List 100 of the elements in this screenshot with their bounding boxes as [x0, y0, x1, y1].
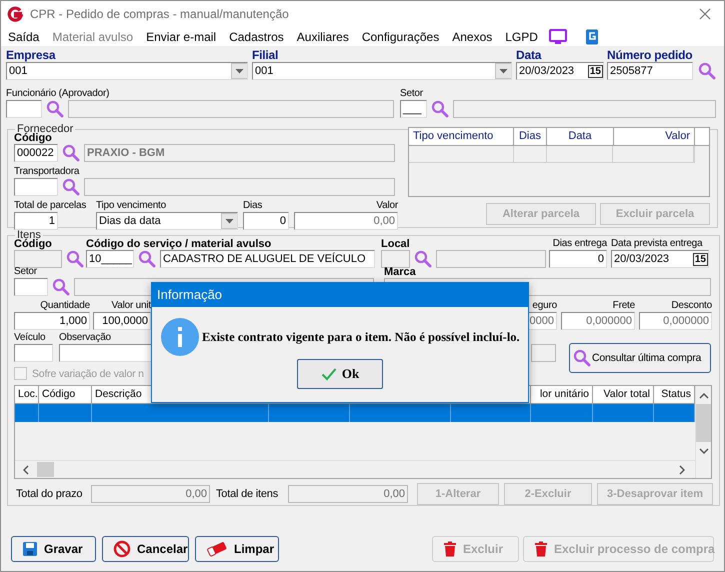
- column-header: Valor: [614, 128, 695, 145]
- field-label: Código do serviço / material avulso: [86, 238, 272, 250]
- dropdown-field[interactable]: 001: [6, 62, 248, 80]
- column-header: lor unitário: [531, 386, 593, 403]
- menu-item[interactable]: Auxiliares: [296, 28, 349, 44]
- text-field[interactable]: 0,00: [91, 485, 210, 503]
- text-field[interactable]: [6, 100, 42, 118]
- text-field[interactable]: 0: [243, 212, 289, 230]
- column-header: Valor total: [593, 386, 654, 403]
- text-field[interactable]: 0: [549, 250, 607, 268]
- check-icon: [320, 367, 337, 381]
- text-field[interactable]: [14, 278, 48, 296]
- search-icon[interactable]: [66, 250, 84, 268]
- column-header: Código: [39, 386, 92, 403]
- text-field[interactable]: 0,00: [288, 485, 408, 503]
- text-field[interactable]: 0,00: [294, 212, 398, 230]
- window-title: CPR - Pedido de compras - manual/manutenção: [30, 7, 289, 21]
- date-field[interactable]: 20/03/2023 15: [611, 250, 709, 268]
- dropdown-arrow-icon[interactable]: [231, 63, 247, 79]
- dropdown-arrow-icon[interactable]: [495, 63, 511, 79]
- text-field[interactable]: [14, 178, 58, 196]
- monitor-icon[interactable]: [548, 28, 567, 44]
- checkbox-label: Sofre variação de valor n: [32, 368, 144, 380]
- date-field[interactable]: 20/03/2023 15: [516, 62, 604, 80]
- menu-item[interactable]: Anexos: [452, 28, 492, 44]
- dialog-message: Existe contrato vigente para o item. Não é possível incluí-lo.: [202, 330, 520, 344]
- search-icon[interactable]: [138, 250, 156, 268]
- search-icon[interactable]: [573, 349, 591, 367]
- field-label: Total do prazo: [16, 488, 84, 500]
- field-label: Frete: [612, 300, 635, 312]
- text-field[interactable]: [14, 344, 53, 362]
- text-field[interactable]: [59, 344, 153, 362]
- field-label: Código: [14, 238, 52, 250]
- calendar-button[interactable]: 15: [588, 64, 603, 78]
- search-icon[interactable]: [698, 62, 716, 80]
- dropdown-arrow-icon[interactable]: [221, 213, 237, 229]
- text-field[interactable]: 1,000: [14, 312, 90, 330]
- ok-button[interactable]: Ok: [297, 359, 383, 389]
- action-button[interactable]: Gravar: [11, 536, 96, 562]
- dropdown-field[interactable]: Dias da data: [96, 212, 238, 230]
- field-label: Dias: [243, 200, 262, 212]
- dropdown-field[interactable]: 001: [252, 62, 512, 80]
- field-label: Quantidade: [40, 300, 90, 312]
- scroll-left-icon[interactable]: [21, 464, 31, 474]
- field-label: Desconto: [671, 300, 712, 312]
- field-label: Empresa: [6, 48, 56, 62]
- column-header: Data: [547, 128, 614, 145]
- search-icon[interactable]: [431, 100, 449, 118]
- field-label: Tipo vencimento: [96, 200, 166, 212]
- text-field[interactable]: 100,0000: [93, 312, 151, 330]
- field-label: Veículo: [14, 332, 46, 344]
- search-icon[interactable]: [62, 178, 80, 196]
- info-icon: [160, 317, 200, 357]
- field-label: Valor: [376, 200, 398, 212]
- calendar-button[interactable]: 15: [692, 252, 708, 266]
- field-label: Funcionário (Aprovador): [6, 88, 110, 100]
- column-header: Loc.: [15, 386, 39, 403]
- field-label: eguro: [532, 300, 557, 312]
- dialog-title: Informação: [152, 283, 528, 307]
- action-button[interactable]: Cancelar: [102, 536, 189, 562]
- field-label: Setor: [14, 266, 37, 278]
- search-icon[interactable]: [52, 278, 70, 296]
- menu-item[interactable]: Cadastros: [229, 28, 284, 44]
- text-field[interactable]: 10_____: [86, 250, 134, 268]
- trash-icon: [534, 541, 548, 557]
- text-field[interactable]: 0000: [527, 312, 557, 330]
- scroll-up-icon[interactable]: [698, 391, 708, 401]
- column-header: Tipo vencimento: [409, 128, 514, 145]
- menu-item[interactable]: Configurações: [362, 28, 440, 44]
- field-label: Data prevista entrega: [611, 238, 702, 250]
- field-label: Transportadora: [14, 166, 80, 178]
- close-icon[interactable]: [699, 8, 711, 20]
- text-field[interactable]: 2505877: [607, 62, 693, 80]
- menu-item[interactable]: Enviar e-mail: [146, 28, 216, 44]
- field-label: Dias entrega: [552, 238, 607, 250]
- field-label: Setor: [400, 88, 423, 100]
- text-field[interactable]: 0,000000: [639, 312, 712, 330]
- book-icon[interactable]: [584, 28, 599, 44]
- app-logo-icon: [7, 6, 23, 22]
- text-field[interactable]: 000022: [14, 144, 58, 162]
- text-field[interactable]: CADASTRO DE ALUGUEL DE VEÍCULO: [160, 250, 375, 268]
- trash-icon: [443, 541, 457, 557]
- consult-button[interactable]: Consultar última compra: [569, 343, 711, 373]
- scroll-down-icon[interactable]: [698, 446, 708, 456]
- search-icon[interactable]: [46, 100, 64, 118]
- text-field[interactable]: 0,000000: [561, 312, 635, 330]
- scrollbar-thumb[interactable]: [37, 462, 54, 477]
- field-label: Código: [14, 132, 52, 144]
- menu-item[interactable]: Saída: [8, 28, 40, 44]
- search-icon[interactable]: [62, 144, 80, 162]
- text-field[interactable]: ___: [400, 100, 427, 118]
- action-button[interactable]: Limpar: [195, 536, 279, 562]
- field-label: Valor unit: [111, 300, 151, 312]
- search-icon[interactable]: [414, 250, 432, 268]
- field-label: Total de parcelas: [14, 200, 86, 212]
- text-field[interactable]: 1: [14, 212, 58, 230]
- scroll-right-icon[interactable]: [677, 464, 687, 474]
- scrollbar-thumb[interactable]: [696, 404, 711, 442]
- menu-item[interactable]: LGPD: [505, 28, 538, 44]
- field-label: Local: [381, 238, 410, 250]
